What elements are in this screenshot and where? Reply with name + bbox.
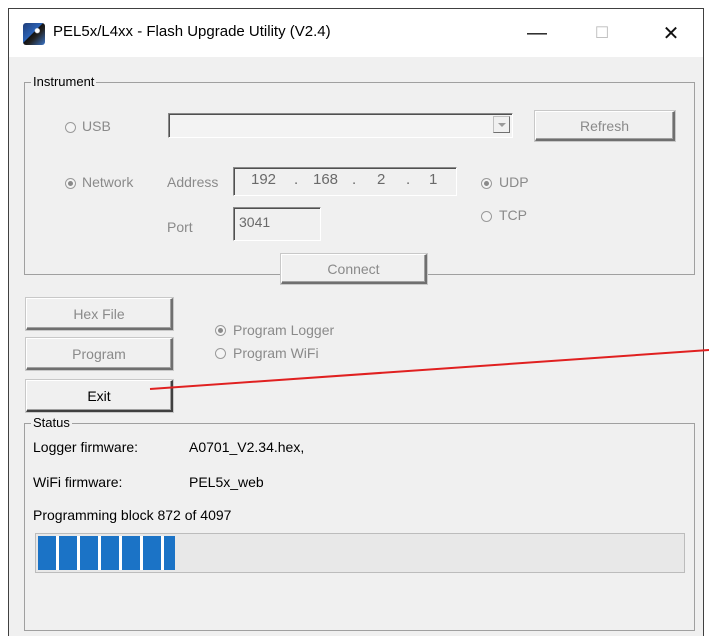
progress-fill xyxy=(38,536,175,570)
logger-firmware-value: A0701_V2.34.hex, xyxy=(189,439,305,455)
network-radio[interactable] xyxy=(65,178,76,189)
port-value: 3041 xyxy=(239,214,271,230)
instrument-group: Instrument USB Refresh Network Address 1… xyxy=(24,74,695,275)
app-window: PEL5x/L4xx - Flash Upgrade Utility (V2.4… xyxy=(8,8,704,636)
window-title: PEL5x/L4xx - Flash Upgrade Utility (V2.4… xyxy=(53,23,331,40)
wifi-firmware-label: WiFi firmware: xyxy=(33,474,123,490)
program-wifi-label: Program WiFi xyxy=(233,345,319,361)
ip-dot: . xyxy=(352,171,357,188)
udp-radio[interactable] xyxy=(481,178,492,189)
ip-octet-1: 192 xyxy=(251,171,277,188)
ip-octet-2: 168 xyxy=(313,171,339,188)
port-label: Port xyxy=(167,219,193,235)
program-button[interactable]: Program xyxy=(26,338,173,370)
ip-octet-4: 1 xyxy=(429,171,438,188)
maximize-button[interactable]: ☐ xyxy=(574,9,630,57)
ip-dot: . xyxy=(406,171,411,188)
hex-file-button[interactable]: Hex File xyxy=(26,298,173,330)
utility-app-icon xyxy=(23,23,45,45)
tcp-label: TCP xyxy=(499,207,527,223)
ip-dot: . xyxy=(294,171,299,188)
usb-radio[interactable] xyxy=(65,122,76,133)
logger-firmware-label: Logger firmware: xyxy=(33,439,139,455)
close-button[interactable]: ✕ xyxy=(643,9,699,57)
exit-button[interactable]: Exit xyxy=(26,380,173,412)
network-label: Network xyxy=(82,174,134,190)
program-logger-radio[interactable] xyxy=(215,325,226,336)
address-label: Address xyxy=(167,174,219,190)
wifi-firmware-value: PEL5x_web xyxy=(189,474,264,490)
programming-progress-bar xyxy=(35,533,685,573)
usb-device-select[interactable] xyxy=(168,113,513,138)
tcp-radio[interactable] xyxy=(481,211,492,222)
ip-address-field[interactable]: 192 . 168 . 2 . 1 xyxy=(233,167,457,196)
usb-label: USB xyxy=(82,118,111,134)
connect-button[interactable]: Connect xyxy=(281,254,427,284)
minimize-button[interactable]: — xyxy=(509,9,565,57)
instrument-group-label: Instrument xyxy=(31,74,97,89)
port-field[interactable]: 3041 xyxy=(233,207,321,241)
status-group-label: Status xyxy=(31,415,72,430)
chevron-down-icon[interactable] xyxy=(493,116,510,133)
udp-label: UDP xyxy=(499,174,529,190)
refresh-button[interactable]: Refresh xyxy=(535,111,675,141)
title-bar: PEL5x/L4xx - Flash Upgrade Utility (V2.4… xyxy=(9,9,703,57)
ip-octet-3: 2 xyxy=(377,171,386,188)
programming-status-text: Programming block 872 of 4097 xyxy=(33,507,232,523)
program-logger-label: Program Logger xyxy=(233,322,335,338)
program-wifi-radio[interactable] xyxy=(215,348,226,359)
